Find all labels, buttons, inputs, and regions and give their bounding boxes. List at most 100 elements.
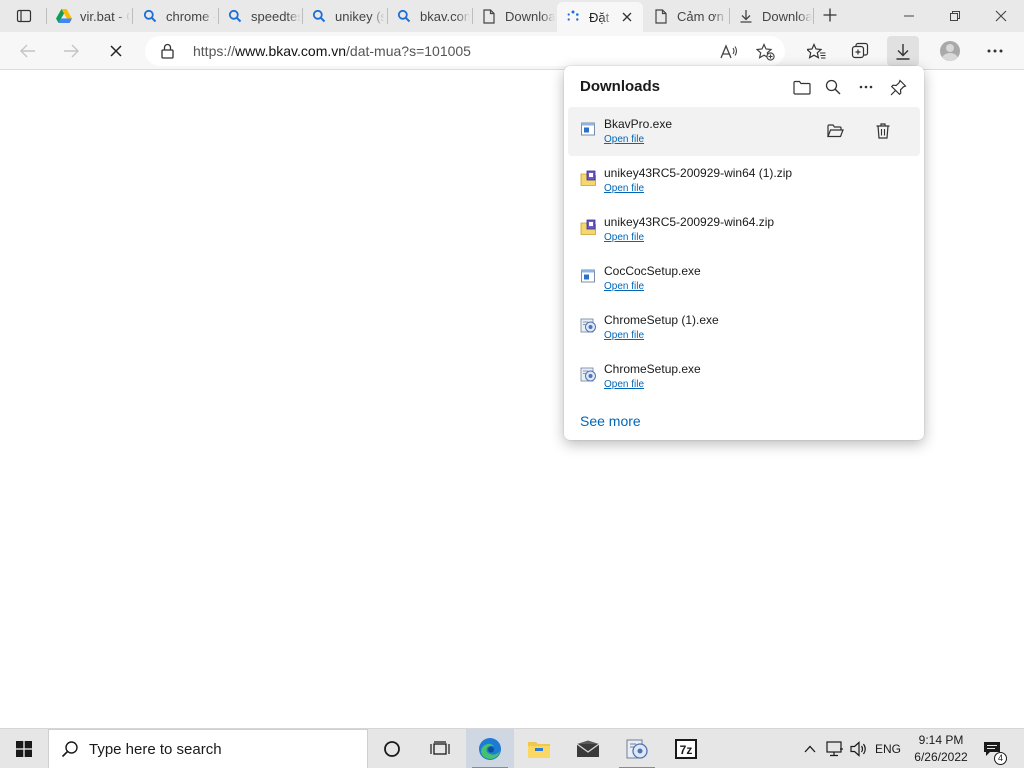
task-view-button[interactable] (416, 729, 464, 768)
downloads-button[interactable] (887, 36, 919, 66)
tab-title: Downloa (762, 8, 812, 24)
taskbar-mail[interactable] (564, 729, 612, 768)
pin-downloads-button[interactable] (885, 75, 911, 99)
more-horizontal-icon (987, 49, 1003, 53)
windows-taskbar: Type here to search 7z ENG 9:14 PM 6/26/… (0, 728, 1024, 768)
tab-title: bkav.com (420, 8, 470, 24)
download-item[interactable]: ChromeSetup (1).exe Open file (568, 303, 920, 352)
show-hidden-icons-button[interactable] (800, 729, 820, 768)
profile-button[interactable] (934, 36, 966, 66)
taskbar-7zip[interactable]: 7z (662, 729, 710, 768)
search-downloads-button[interactable] (820, 75, 846, 99)
tab-title: unikey (s (335, 8, 385, 24)
more-options-button[interactable] (853, 75, 879, 99)
open-downloads-folder-button[interactable] (789, 75, 815, 99)
folder-icon (528, 742, 550, 758)
tab-bkav-search[interactable]: bkav.com (388, 2, 470, 30)
close-window-button[interactable] (978, 0, 1024, 32)
download-file-name: unikey43RC5-200929-win64.zip (604, 215, 775, 229)
address-bar[interactable]: https://www.bkav.com.vn/dat-mua?s=101005 (145, 36, 785, 66)
exe-window-icon (580, 268, 598, 286)
tab-dat-mua-active[interactable]: Đặt (557, 2, 643, 32)
stop-loading-button[interactable] (101, 36, 131, 66)
installer-icon (580, 366, 598, 384)
tab-download-page[interactable]: Download (473, 2, 555, 30)
page-icon (481, 8, 497, 24)
start-button[interactable] (0, 729, 48, 768)
download-file-name: ChromeSetup.exe (604, 362, 701, 376)
open-file-link[interactable]: Open file (604, 232, 644, 243)
url-text[interactable]: https://www.bkav.com.vn/dat-mua?s=101005 (193, 43, 471, 59)
back-button[interactable] (13, 36, 43, 66)
folder-open-icon (826, 124, 844, 138)
search-icon (227, 8, 243, 24)
minimize-icon (904, 15, 914, 17)
mail-icon (576, 740, 600, 757)
open-file-link[interactable]: Open file (604, 330, 644, 341)
pin-icon (890, 78, 907, 95)
search-placeholder: Type here to search (89, 741, 222, 758)
minimize-button[interactable] (886, 0, 932, 32)
read-aloud-icon[interactable] (718, 41, 740, 63)
zip-folder-icon (580, 219, 598, 237)
tab-title: Cảm ơn b (677, 8, 727, 24)
open-file-link[interactable]: Open file (604, 134, 644, 145)
collections-button[interactable] (844, 36, 876, 66)
close-icon (622, 12, 632, 22)
download-item[interactable]: BkavPro.exe Open file (568, 107, 920, 156)
favorites-button[interactable] (800, 36, 832, 66)
tab-title: Download (505, 8, 555, 24)
download-icon (738, 8, 754, 24)
open-file-link[interactable]: Open file (604, 183, 644, 194)
svg-text:7z: 7z (680, 743, 693, 757)
clock[interactable]: 9:14 PM 6/26/2022 (908, 732, 974, 766)
edge-icon (479, 738, 501, 760)
tab-chrome-search[interactable]: chrome - Tìm (134, 2, 216, 30)
arrow-right-icon (64, 44, 79, 58)
downloads-title: Downloads (580, 78, 661, 95)
lock-icon[interactable] (161, 43, 174, 64)
close-tab-button[interactable] (619, 9, 635, 25)
tab-title: speedtest (251, 8, 301, 24)
taskbar-edge[interactable] (466, 729, 514, 768)
forward-button[interactable] (56, 36, 86, 66)
cortana-icon (384, 741, 400, 757)
volume-button[interactable] (848, 729, 870, 768)
loading-icon (565, 9, 581, 25)
download-item[interactable]: CocCocSetup.exe Open file (568, 254, 920, 303)
open-file-link[interactable]: Open file (604, 281, 644, 292)
download-item[interactable]: ChromeSetup.exe Open file (568, 352, 920, 401)
tab-cam-on[interactable]: Cảm ơn b (645, 2, 727, 30)
show-in-folder-button[interactable] (823, 119, 847, 143)
add-favorite-icon[interactable] (754, 41, 776, 63)
close-icon (110, 45, 122, 57)
open-file-link[interactable]: Open file (604, 379, 644, 390)
input-language[interactable]: ENG (872, 729, 904, 768)
taskbar-file-explorer[interactable] (515, 729, 563, 768)
search-icon (311, 8, 327, 24)
restore-button[interactable] (932, 0, 978, 32)
trash-icon (876, 123, 890, 139)
cortana-button[interactable] (368, 729, 416, 768)
network-button[interactable] (824, 729, 846, 768)
new-tab-button[interactable] (818, 3, 842, 27)
download-item[interactable]: unikey43RC5-200929-win64.zip Open file (568, 205, 920, 254)
see-more-link[interactable]: See more (580, 413, 641, 429)
download-item[interactable]: unikey43RC5-200929-win64 (1).zip Open fi… (568, 156, 920, 205)
task-view-icon (430, 741, 450, 755)
taskbar-search-box[interactable]: Type here to search (48, 729, 368, 768)
settings-and-more-button[interactable] (979, 36, 1011, 66)
windows-logo-icon (16, 741, 32, 757)
tab-speedtest-search[interactable]: speedtest (219, 2, 301, 30)
clock-date: 6/26/2022 (914, 750, 968, 764)
delete-download-button[interactable] (871, 119, 895, 143)
tab-actions-button[interactable] (8, 2, 40, 30)
tab-title: vir.bat - Go (80, 8, 130, 24)
download-file-name: unikey43RC5-200929-win64 (1).zip (604, 166, 793, 180)
chevron-up-icon (804, 745, 816, 753)
tab-downloads[interactable]: Downloa (730, 2, 812, 30)
tab-vir-bat[interactable]: vir.bat - Go (48, 2, 130, 30)
tab-unikey-search[interactable]: unikey (s (303, 2, 385, 30)
taskbar-installer[interactable] (613, 729, 661, 768)
clock-time: 9:14 PM (918, 733, 964, 747)
